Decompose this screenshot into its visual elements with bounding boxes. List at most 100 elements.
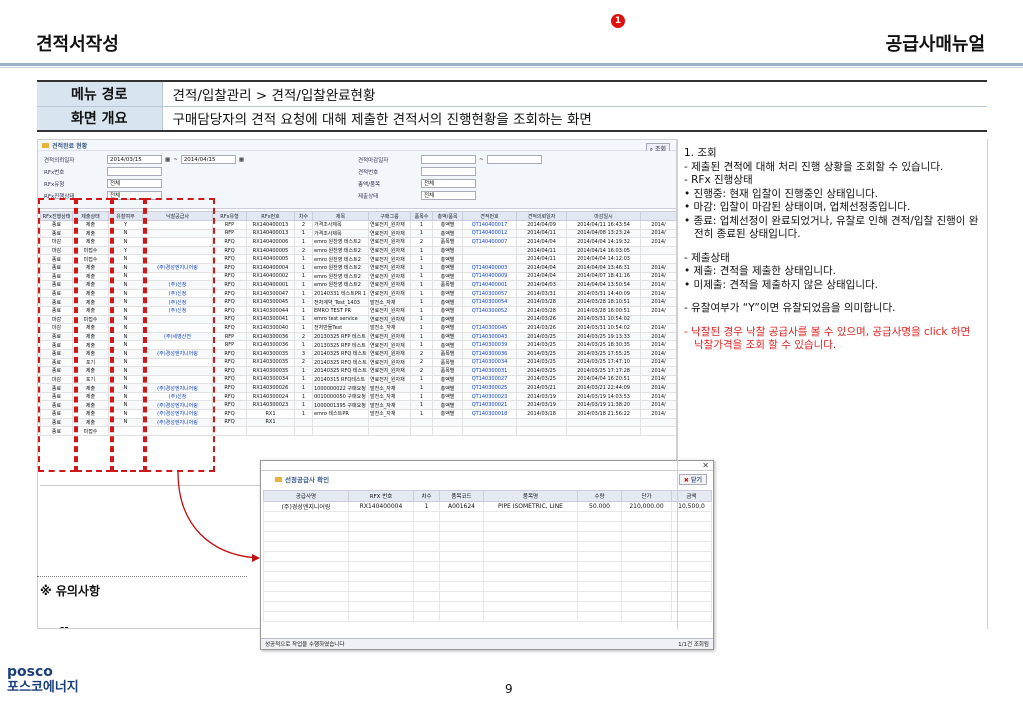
- table-cell[interactable]: [246, 426, 295, 436]
- table-cell[interactable]: RX140300047: [246, 288, 295, 299]
- table-cell[interactable]: QT140300021: [462, 400, 517, 411]
- table-cell[interactable]: RX140400002: [246, 271, 295, 282]
- table-cell: [263, 611, 349, 622]
- rfx-no-input[interactable]: [107, 167, 162, 176]
- table-cell[interactable]: RX140300026: [246, 383, 295, 393]
- table-cell[interactable]: QT140300018: [462, 409, 517, 419]
- table-cell: 1: [410, 323, 433, 333]
- rfx-type-select[interactable]: 전체: [107, 179, 162, 188]
- table-cell: 2014/: [640, 331, 676, 342]
- table-cell: 총액별: [432, 254, 463, 264]
- request-date-to[interactable]: 2014/04/15: [180, 155, 236, 164]
- calendar-icon[interactable]: ▦: [165, 157, 170, 163]
- table-cell: 2: [410, 237, 433, 247]
- total-item-select[interactable]: 전체: [421, 179, 476, 188]
- table-cell[interactable]: QT140400009: [462, 271, 517, 282]
- table-cell: [439, 591, 484, 602]
- table-cell[interactable]: RX140400013: [246, 220, 295, 230]
- calendar-icon[interactable]: ▦: [239, 157, 244, 163]
- table-cell[interactable]: QT140300023: [462, 391, 517, 402]
- table-cell[interactable]: [462, 426, 517, 436]
- table-cell[interactable]: RX140300045: [246, 297, 295, 307]
- description-line: - 제출된 견적에 대해 처리 진행 상황을 조회할 수 있습니다.: [684, 160, 944, 173]
- step-badge: 1: [611, 14, 625, 28]
- table-cell: 2014/: [640, 262, 676, 273]
- table-cell[interactable]: QT140300034: [462, 357, 517, 368]
- table-cell[interactable]: RX140400005: [246, 254, 295, 264]
- quote-no-input[interactable]: [421, 167, 476, 176]
- table-cell[interactable]: RX140400013: [246, 228, 295, 239]
- grid-header-cell[interactable]: 구매그룹: [368, 211, 411, 221]
- submit-status-select[interactable]: 전체: [421, 191, 476, 200]
- table-cell[interactable]: RX140400006: [246, 237, 295, 247]
- table-cell[interactable]: RX140300035: [246, 357, 295, 368]
- table-cell[interactable]: QT140300052: [462, 305, 517, 316]
- table-cell[interactable]: RX140300023: [246, 400, 295, 411]
- table-cell: [621, 571, 672, 582]
- table-cell[interactable]: QT140300039: [462, 340, 517, 350]
- table-cell[interactable]: RX140300036: [246, 331, 295, 342]
- table-cell[interactable]: [462, 254, 517, 264]
- table-cell[interactable]: RX1: [246, 417, 295, 428]
- popup-header-cell: 차수: [413, 490, 440, 502]
- table-cell[interactable]: RX140300035: [246, 366, 295, 376]
- arrow-connector: [177, 471, 260, 562]
- table-cell[interactable]: QT140400007: [462, 237, 517, 247]
- table-cell[interactable]: QT140300045: [462, 323, 517, 333]
- table-cell[interactable]: RX140400004: [246, 262, 295, 273]
- table-cell[interactable]: QT140300057: [462, 288, 517, 299]
- grid-header-cell[interactable]: [640, 211, 676, 221]
- close-date-from[interactable]: [421, 155, 476, 164]
- grid-header-cell[interactable]: 총액/품목: [432, 211, 463, 221]
- table-cell[interactable]: QT140300027: [462, 374, 517, 385]
- table-cell[interactable]: RX140300041: [246, 314, 295, 325]
- table-cell: 2: [410, 366, 433, 376]
- table-cell: 2014/04/04 14:12:03: [566, 254, 641, 264]
- note-divider: [37, 576, 247, 577]
- table-cell[interactable]: RX140300044: [246, 305, 295, 316]
- table-cell[interactable]: RX140300036: [246, 340, 295, 350]
- table-cell: [439, 541, 484, 552]
- grid-header-cell[interactable]: 제목: [312, 211, 369, 221]
- grid-header-cell[interactable]: 견적번호: [462, 211, 517, 221]
- table-cell[interactable]: [462, 314, 517, 325]
- grid-header-cell[interactable]: RFx번호: [246, 211, 295, 221]
- table-cell[interactable]: RX140400005: [246, 245, 295, 256]
- field-request-date: 견적의뢰일자 2014/03/15 ▦ ~ 2014/04/15 ▦: [44, 155, 245, 164]
- grid-header-cell[interactable]: RFx유형: [212, 211, 247, 221]
- table-cell[interactable]: QT140400017: [462, 220, 517, 230]
- table-cell: 총액별: [432, 374, 463, 385]
- table-cell[interactable]: RX140400001: [246, 280, 295, 290]
- table-cell[interactable]: QT140300036: [462, 348, 517, 359]
- table-cell: 2014/: [640, 220, 676, 230]
- table-cell: [348, 591, 414, 602]
- table-cell[interactable]: QT140300054: [462, 297, 517, 307]
- table-cell: [413, 611, 440, 622]
- request-date-from[interactable]: 2014/03/15: [107, 155, 162, 164]
- table-cell[interactable]: [462, 417, 517, 428]
- table-cell[interactable]: [462, 245, 517, 256]
- table-cell: 발전소_자재: [368, 400, 411, 411]
- table-cell[interactable]: QT140300043: [462, 331, 517, 342]
- table-cell: 2: [294, 220, 313, 230]
- close-date-to[interactable]: [486, 155, 542, 164]
- grid-header-cell[interactable]: 차수: [294, 211, 313, 221]
- table-cell[interactable]: QT140300025: [462, 383, 517, 393]
- table-row[interactable]: (주)경성엔지니어링 RX140400004 1 A001624 PIPE ISOMET…: [263, 501, 712, 512]
- table-cell[interactable]: QT140400001: [462, 280, 517, 290]
- table-cell[interactable]: RX140300040: [246, 323, 295, 333]
- table-cell: 2014/: [640, 340, 676, 350]
- table-cell[interactable]: RX140300035: [246, 348, 295, 359]
- table-cell[interactable]: QT140400003: [462, 262, 517, 273]
- grid-header-cell[interactable]: 품목수: [410, 211, 433, 221]
- table-cell[interactable]: RX140300024: [246, 391, 295, 402]
- table-cell[interactable]: RX140300034: [246, 374, 295, 385]
- table-cell[interactable]: QT140300031: [462, 366, 517, 376]
- grid-header-cell[interactable]: 견적의뢰일자: [516, 211, 567, 221]
- table-cell[interactable]: RX1: [246, 409, 295, 419]
- table-cell: [577, 541, 622, 552]
- grid-header-cell[interactable]: 마감일시: [566, 211, 641, 221]
- table-cell: 2014/04/11 16:43:54: [566, 220, 641, 230]
- table-cell: [413, 561, 440, 572]
- table-cell[interactable]: QT140400012: [462, 228, 517, 239]
